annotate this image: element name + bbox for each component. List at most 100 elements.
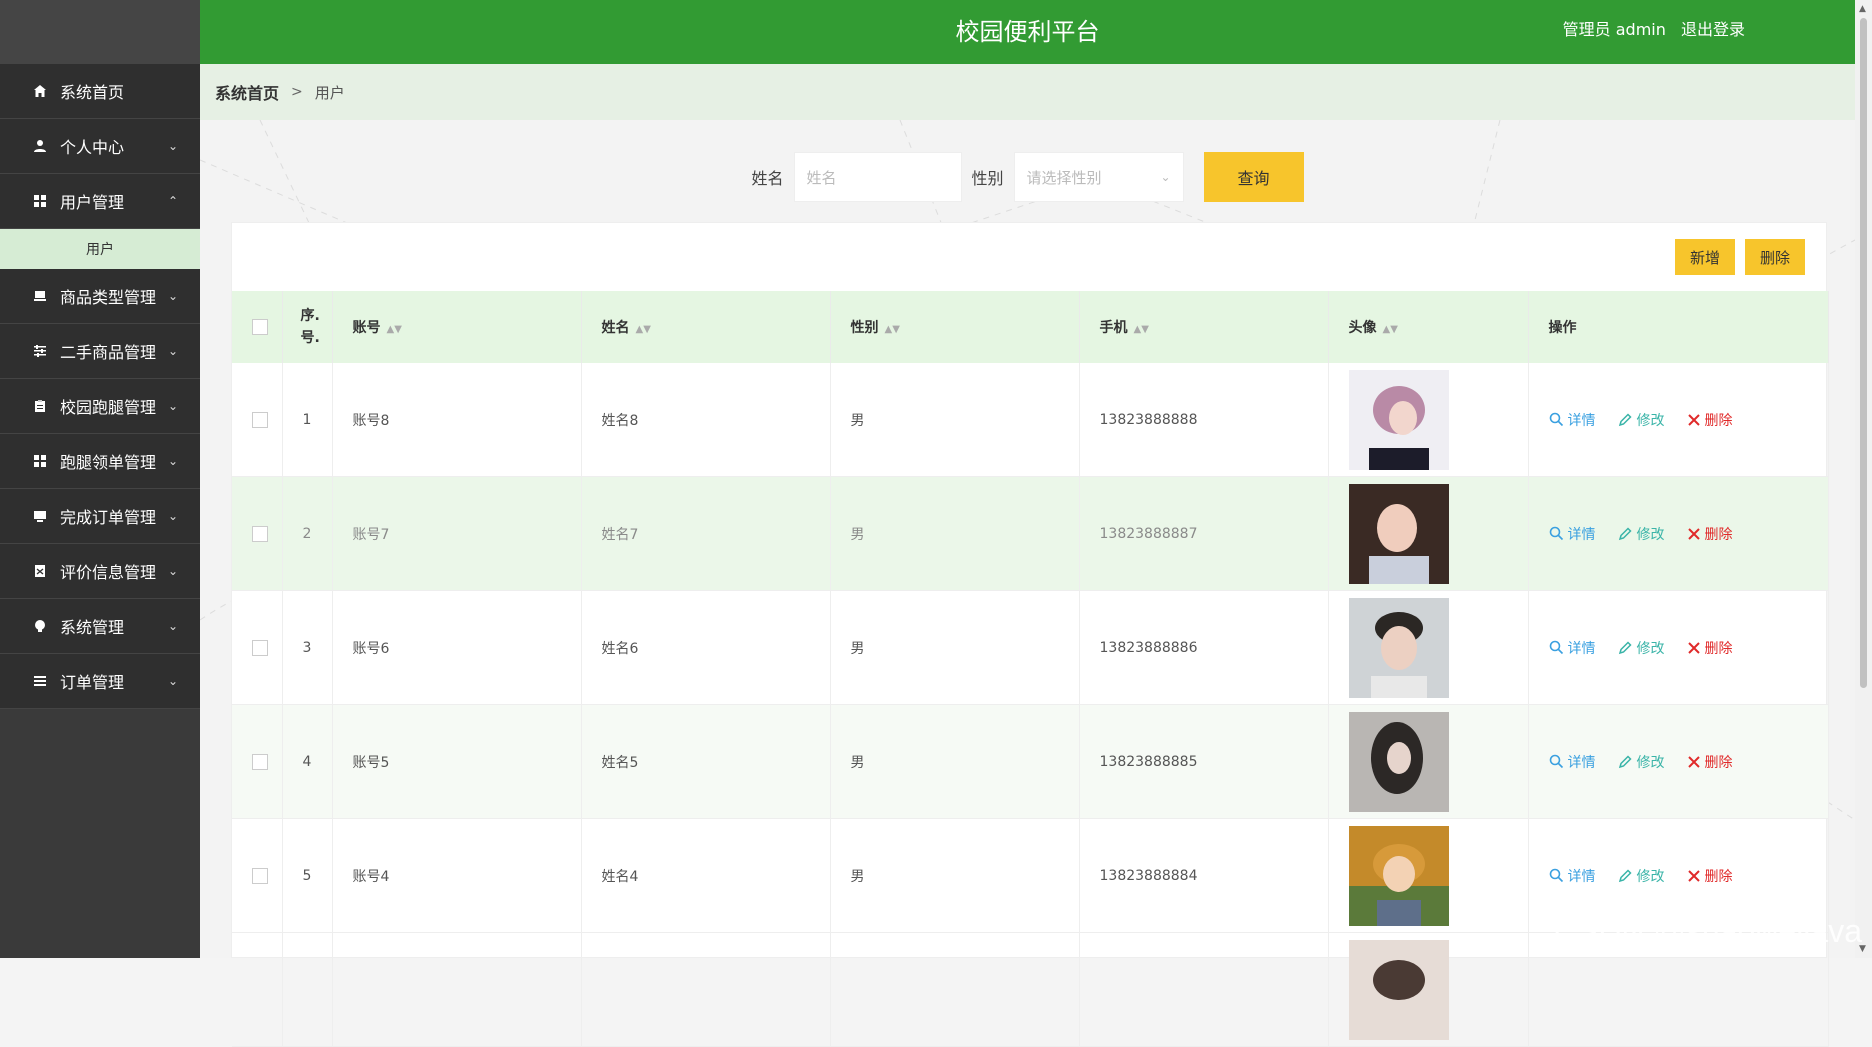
search-icon	[1549, 640, 1563, 655]
edit-button[interactable]: 修改	[1618, 410, 1665, 430]
header-gender[interactable]: 性别 ▲▼	[830, 291, 1080, 363]
sidebar-item-label: 校园跑腿管理	[60, 398, 157, 417]
chevron-down-icon: ⌄	[167, 619, 178, 633]
delete-button[interactable]: 删除	[1687, 410, 1733, 430]
delete-button[interactable]: 删除	[1687, 752, 1733, 772]
cell-account: 账号7	[332, 476, 582, 591]
cell-account: 账号6	[332, 590, 582, 705]
delete-button[interactable]: 删除	[1687, 638, 1733, 658]
logout-link[interactable]: 退出登录	[1681, 20, 1745, 39]
breadcrumb-current: 用户	[314, 83, 345, 102]
sidebar-item-completed-orders[interactable]: 完成订单管理 ⌄	[0, 489, 200, 544]
cell-ops: 详情 修改 删除	[1528, 590, 1829, 705]
chevron-up-icon: ⌃	[167, 194, 178, 208]
sidebar-item-errand-accept[interactable]: 跑腿领单管理 ⌄	[0, 434, 200, 489]
sidebar-item-errand[interactable]: 校园跑腿管理 ⌄	[0, 379, 200, 434]
sort-icon[interactable]: ▲▼	[1383, 324, 1398, 335]
search-icon	[1549, 868, 1563, 883]
edit-button[interactable]: 修改	[1618, 866, 1665, 886]
row-checkbox[interactable]	[252, 411, 268, 428]
chevron-down-icon: ⌄	[167, 454, 178, 468]
sidebar-item-home[interactable]: 系统首页	[0, 64, 200, 119]
query-button[interactable]: 查询	[1203, 152, 1304, 202]
sidebar-item-label: 二手商品管理	[60, 343, 157, 362]
gender-select[interactable]: 请选择性别 ⌄	[1013, 152, 1184, 202]
sidebar-item-goods-type[interactable]: 商品类型管理 ⌄	[0, 269, 200, 324]
add-button[interactable]: 新增	[1674, 239, 1735, 275]
grid-icon	[32, 453, 48, 469]
sidebar-item-system[interactable]: 系统管理 ⌄	[0, 599, 200, 654]
detail-button[interactable]: 详情	[1549, 524, 1596, 544]
cell-phone: 13823888885	[1079, 704, 1329, 819]
table-panel: 新增 删除 序.号. 账号 ▲▼ 姓名 ▲▼ 性别 ▲▼ 手机 ▲▼ 头像 ▲▼ 操作	[231, 222, 1829, 1047]
search-icon	[1549, 754, 1563, 769]
row-checkbox[interactable]	[252, 867, 268, 884]
header-account[interactable]: 账号 ▲▼	[332, 291, 582, 363]
sidebar-item-user-mgmt[interactable]: 用户管理 ⌃	[0, 174, 200, 229]
edit-button[interactable]: 修改	[1618, 524, 1665, 544]
grid-icon	[32, 193, 48, 209]
page-scrollbar[interactable]: ▲ ▼	[1855, 0, 1872, 958]
sidebar-logo-area	[0, 0, 200, 64]
sort-icon[interactable]: ▲▼	[1134, 324, 1149, 335]
cell-name: 姓名6	[581, 590, 831, 705]
close-icon	[1687, 413, 1700, 426]
sort-icon[interactable]: ▲▼	[885, 324, 900, 335]
delete-button[interactable]: 删除	[1687, 866, 1733, 886]
pencil-icon	[1618, 869, 1632, 883]
name-input[interactable]: 姓名	[793, 152, 962, 202]
table-actions: 新增 删除	[1674, 239, 1805, 275]
breadcrumb-home[interactable]: 系统首页	[215, 80, 279, 104]
sidebar-subitem-user[interactable]: 用户	[0, 229, 200, 269]
breadcrumb-separator: >	[291, 84, 303, 100]
edit-button[interactable]: 修改	[1618, 752, 1665, 772]
scrollbar-thumb[interactable]	[1860, 18, 1867, 688]
sort-icon[interactable]: ▲▼	[636, 324, 651, 335]
sidebar-item-label: 系统首页	[60, 83, 125, 102]
cell-ops: 详情 修改 删除	[1528, 704, 1829, 819]
select-all-checkbox[interactable]	[252, 319, 268, 335]
close-icon	[1687, 641, 1700, 654]
header-phone[interactable]: 手机 ▲▼	[1079, 291, 1329, 363]
search-icon	[1549, 526, 1563, 541]
sidebar: 系统首页 个人中心 ⌄ 用户管理 ⌃ 用户 商品类型管理 ⌄ 二手商品管理 ⌄	[0, 0, 200, 958]
header-select-all[interactable]	[232, 291, 283, 363]
delete-button[interactable]: 删除	[1687, 524, 1733, 544]
list-icon	[32, 673, 48, 689]
avatar	[1348, 369, 1449, 470]
chevron-down-icon: ⌄	[167, 564, 178, 578]
header-name[interactable]: 姓名 ▲▼	[581, 291, 831, 363]
sidebar-subitem-label: 用户	[86, 242, 114, 258]
avatar	[1348, 711, 1449, 812]
header-avatar[interactable]: 头像 ▲▼	[1328, 291, 1529, 363]
row-checkbox[interactable]	[252, 753, 268, 770]
row-checkbox[interactable]	[252, 639, 268, 656]
sidebar-item-label: 跑腿领单管理	[60, 453, 157, 472]
sidebar-item-orders[interactable]: 订单管理 ⌄	[0, 654, 200, 709]
scroll-up-icon[interactable]: ▲	[1859, 4, 1866, 14]
avatar	[1348, 597, 1449, 698]
cell-index: 3	[282, 590, 333, 705]
detail-button[interactable]: 详情	[1549, 638, 1596, 658]
bulb-icon	[32, 618, 48, 634]
cell-avatar	[1328, 590, 1529, 705]
cell-ops: 详情 修改 删除	[1528, 476, 1829, 591]
sidebar-item-reviews[interactable]: 评价信息管理 ⌄	[0, 544, 200, 599]
cell-avatar	[1328, 476, 1529, 591]
sidebar-item-secondhand[interactable]: 二手商品管理 ⌄	[0, 324, 200, 379]
edit-button[interactable]: 修改	[1618, 638, 1665, 658]
sidebar-item-profile[interactable]: 个人中心 ⌄	[0, 119, 200, 174]
cell-name: 姓名4	[581, 818, 831, 933]
main-content: 姓名 姓名 性别 请选择性别 ⌄ 查询 新增 删除 序.号. 账号 ▲▼ 姓名 ▲▼	[200, 120, 1855, 1047]
detail-button[interactable]: 详情	[1549, 866, 1596, 886]
batch-delete-button[interactable]: 删除	[1744, 239, 1805, 275]
sidebar-item-label: 评价信息管理	[60, 563, 157, 582]
detail-button[interactable]: 详情	[1549, 410, 1596, 430]
sidebar-item-label: 完成订单管理	[60, 508, 157, 527]
sort-icon[interactable]: ▲▼	[387, 324, 402, 335]
cell-ops: 详情 修改 删除	[1528, 363, 1829, 477]
detail-button[interactable]: 详情	[1549, 752, 1596, 772]
row-checkbox[interactable]	[252, 525, 268, 542]
pencil-icon	[1618, 413, 1632, 427]
cell-avatar	[1328, 818, 1529, 933]
